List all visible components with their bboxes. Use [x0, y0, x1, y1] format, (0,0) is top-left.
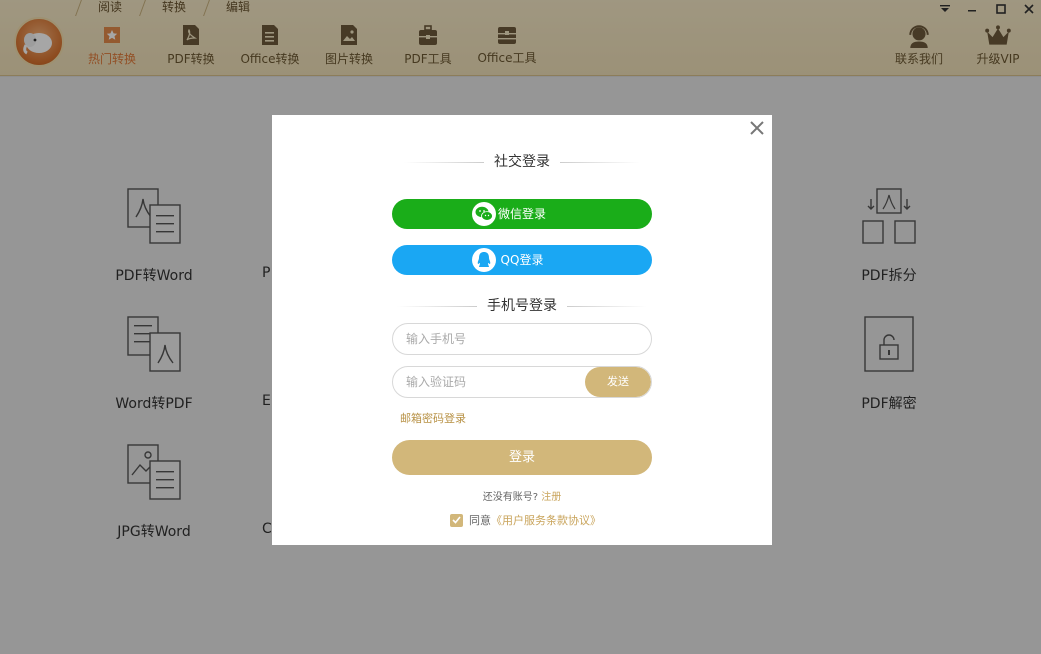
wechat-icon [472, 202, 496, 226]
checkmark-icon [452, 516, 461, 524]
send-code-button[interactable]: 发送 [585, 367, 651, 397]
register-prompt: 还没有账号? 注册 [482, 492, 562, 503]
terms-link[interactable]: 《用户服务条款协议》 [491, 512, 601, 528]
qq-icon [472, 248, 496, 272]
login-dialog: 社交登录 微信登录 QQ登录 手机号登录 发送 邮箱密码登录 登录 [272, 115, 772, 545]
phone-field [392, 323, 652, 355]
phone-input[interactable] [393, 324, 651, 354]
email-password-login-link[interactable]: 邮箱密码登录 [400, 410, 466, 426]
wechat-login-button[interactable]: 微信登录 [392, 199, 652, 229]
register-link[interactable]: 注册 [541, 492, 561, 503]
qq-login-button[interactable]: QQ登录 [392, 245, 652, 275]
phone-login-heading: 手机号登录 [272, 295, 772, 315]
login-button[interactable]: 登录 [392, 440, 652, 475]
agreement-row: 同意 《用户服务条款协议》 [450, 512, 601, 528]
verification-code-field: 发送 [392, 366, 652, 398]
social-login-heading: 社交登录 [272, 151, 772, 171]
close-icon[interactable] [746, 117, 768, 139]
agree-checkbox[interactable] [450, 513, 463, 527]
